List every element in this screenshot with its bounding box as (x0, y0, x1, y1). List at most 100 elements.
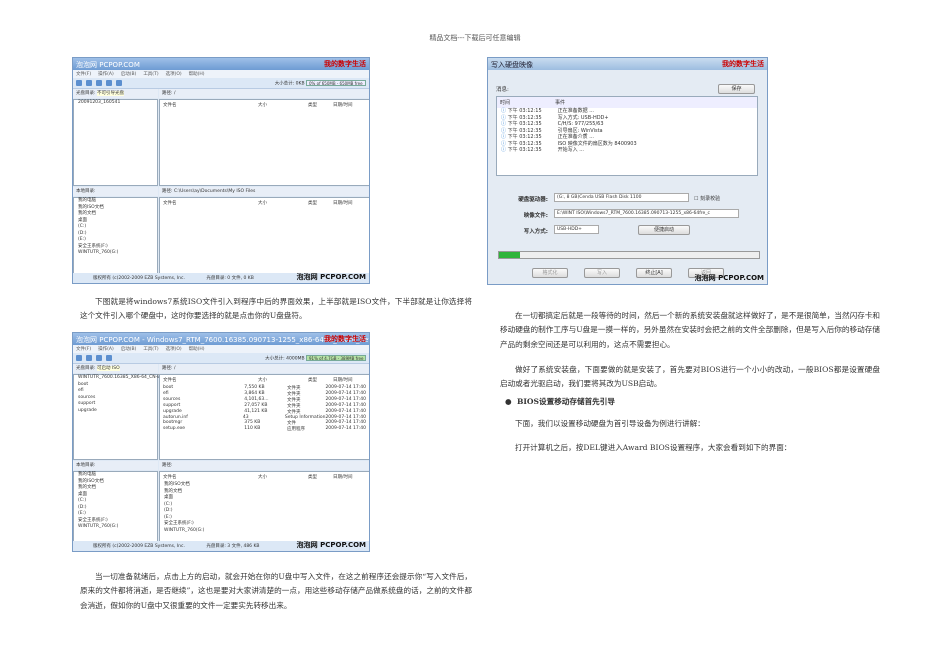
save-button[interactable]: 保存 (718, 84, 755, 94)
col-header: 文件名 (163, 201, 177, 206)
verify-label: 刻录校验 (700, 196, 721, 202)
paragraph: 下面，我们以设置移动硬盘为首引导设备为例进行讲解： (515, 419, 705, 428)
log-event: 正在准备数据 ... (557, 108, 594, 114)
col-header: 大小 (258, 201, 267, 206)
heading-text: BIOS设置移动存储首先引导 (516, 397, 615, 406)
bullet-icon: ● (505, 397, 512, 406)
paragraph: 在一切都搞定后就是一段等待的时间，然后一个新的系统安装盘就这样做好了，是不是很简… (500, 311, 880, 349)
info-icon: ⓘ (501, 108, 507, 114)
menu-item: 文件(F) (76, 72, 92, 77)
menu-item: 启动(B) (120, 347, 137, 352)
tree-item: WINTUTR_7600.16385_X86-64_CN-EN (78, 375, 164, 380)
file-cell: setup.exe (163, 426, 185, 431)
col-header: 文件名 (163, 378, 177, 383)
status-disc: 光盘目录: 3 文件, 486 KB (206, 544, 260, 549)
open-icon (86, 355, 92, 361)
log-event: ISO 映像文件的扇区数为 8400903 (557, 140, 637, 147)
menu-item: 工具(T) (143, 72, 159, 77)
new-icon (76, 80, 82, 86)
log-row: ⓘ 下午 03:12:35 开始写入 ... (497, 147, 757, 154)
path-bottom: 路径: C:\Users\ay\Documents\My ISO Files (159, 187, 369, 196)
path-bottom: 路径: (159, 461, 369, 470)
capacity-bar: 0% of 650MB - 650MB free (306, 80, 366, 86)
burn-icon (106, 80, 112, 86)
info-icon: ⓘ (501, 121, 507, 127)
menu-item: 帮助(H) (188, 347, 205, 352)
col-header: 事件 (555, 100, 566, 106)
brand-logo: 我的数字生活 (722, 60, 764, 68)
log-event: C/H/S: 977/255/63 (557, 121, 604, 127)
col-header: 时间 (500, 100, 511, 106)
size-label: 大小总计: (274, 81, 295, 87)
info-icon: ⓘ (501, 147, 507, 153)
log-event: 引导扇区: WinVista (557, 127, 603, 134)
file-cell: 110 KB (244, 426, 261, 431)
brand-logo: 我的数字生活 (324, 60, 366, 68)
col-header: 日期/时间 (333, 475, 353, 480)
drive-select[interactable]: (G:, 8 GB)Cenda USB Flash Disk 1100 (554, 193, 689, 202)
verify-checkbox[interactable]: ☐ 刻录校验 (694, 195, 720, 202)
write-disk-image-dialog: 写入硬盘映像 我的数字生活 消息: 保存 时间 事件 ⓘ 下午 03:12:15 正在… (487, 57, 768, 285)
toolbar: 大小总计: 0KB 0% of 650MB - 650MB free (73, 78, 369, 89)
menu-bar: 文件(F) 操作(A) 启动(B) 工具(T) 选项(O) 帮助(H) (73, 70, 369, 78)
abort-button[interactable]: 终止[A] (636, 268, 672, 278)
col-header: 日期/时间 (333, 201, 353, 206)
size-value: 0KB (295, 81, 305, 87)
image-file-label: 映像文件: (523, 213, 548, 219)
col-header: 日期/时间 (333, 103, 353, 108)
ultraiso-screenshot-loaded: 泡泡网 PCPOP.COM - Windows7_RTM_7600.16385.… (72, 332, 370, 552)
menu-item: 操作(A) (98, 347, 114, 352)
col-header: 日期/时间 (333, 378, 353, 383)
paragraph: 当一切准备就绪后，点击上方的启动，就会开始在你的U盘中写入文件，在这之前程序还会… (80, 572, 472, 610)
image-file-input[interactable]: E:\WINT ISO\Windows7_RTM_7600.16385.0907… (554, 209, 739, 218)
format-button[interactable]: 格式化 (532, 268, 568, 278)
menu-item: 选项(O) (165, 72, 182, 77)
disc-type: 不可引导光盘 (96, 91, 124, 96)
file-row[interactable]: setup.exe 110 KB 应用程序 2009-07-14 17:40 (160, 426, 369, 432)
write-button[interactable]: 写入 (584, 268, 620, 278)
info-icon: ⓘ (501, 114, 507, 121)
menu-item: 启动(B) (120, 72, 137, 77)
watermark: 泡泡网 PCPOP.COM (296, 541, 366, 549)
window-title: 泡泡网 PCPOP.COM (76, 61, 140, 69)
local-label: 本地目录: (73, 187, 158, 196)
menu-item: 工具(T) (143, 347, 159, 352)
mount-icon (116, 80, 122, 86)
write-mode-label: 写入方式: (523, 229, 548, 235)
file-cell: 2009-07-14 17:40 (325, 426, 366, 431)
ultraiso-screenshot-empty: 泡泡网 PCPOP.COM 我的数字生活 文件(F) 操作(A) 启动(B) 工具(T)… (72, 57, 370, 284)
message-label: 消息: (496, 87, 509, 93)
page-header: 精品文档---下载后可任意编辑 (429, 34, 521, 42)
disc-label: 光盘目录: (76, 91, 96, 96)
status-copyright: 版权所有 (c)2002-2009 EZB Systems, Inc. (93, 544, 185, 549)
paragraph: 做好了系统安装盘，下面要做的就是安装了，首先要对BIOS进行一个小小的改动，一般… (500, 365, 880, 389)
brand-logo: 我的数字生活 (324, 335, 366, 343)
watermark: 泡泡网 PCPOP.COM (694, 274, 764, 282)
disc-label: 光盘目录: (76, 366, 96, 371)
menu-bar: 文件(F) 操作(A) 启动(B) 工具(T) 选项(O) 帮助(H) (73, 345, 369, 353)
menu-item: 操作(A) (98, 72, 114, 77)
col-header: 文件名 (163, 475, 177, 480)
log-event: 开始写入 ... (557, 147, 584, 153)
path-top: 路径: / (159, 364, 369, 373)
tree-item: WINTUTR_760(G:) (78, 250, 119, 255)
section-heading: ● BIOS设置移动存储首先引导 (505, 395, 615, 409)
paragraph: 打开计算机之后，按DEL键进入Award BIOS设置程序，大家会看到如下的界面… (515, 443, 792, 452)
status-disc: 光盘目录: 0 文件, 0 KB (206, 276, 254, 281)
size-label: 大小总计: (265, 356, 285, 362)
quick-boot-button[interactable]: 便捷启动 (638, 225, 690, 235)
tree-item: WINTUTR_760(G:) (78, 524, 119, 529)
info-icon: ⓘ (501, 134, 507, 140)
info-icon: ⓘ (501, 127, 507, 134)
size-value: 4000MB (286, 356, 305, 362)
save-icon (96, 355, 102, 361)
write-mode-select[interactable]: USB-HDD+ (554, 225, 599, 234)
capacity-bar: 91% of 4.7GB - 389MB free (306, 355, 366, 361)
col-header: 大小 (258, 378, 267, 383)
col-header: 类型 (308, 201, 317, 206)
toolbar: 大小总计: 4000MB 91% of 4.7GB - 389MB free (73, 353, 369, 364)
local-label: 本地目录: (73, 461, 158, 470)
log-time: 下午 03:12:35 (507, 147, 542, 153)
col-header: 类型 (308, 378, 317, 383)
drive-label: 硬盘驱动器: (518, 197, 548, 203)
